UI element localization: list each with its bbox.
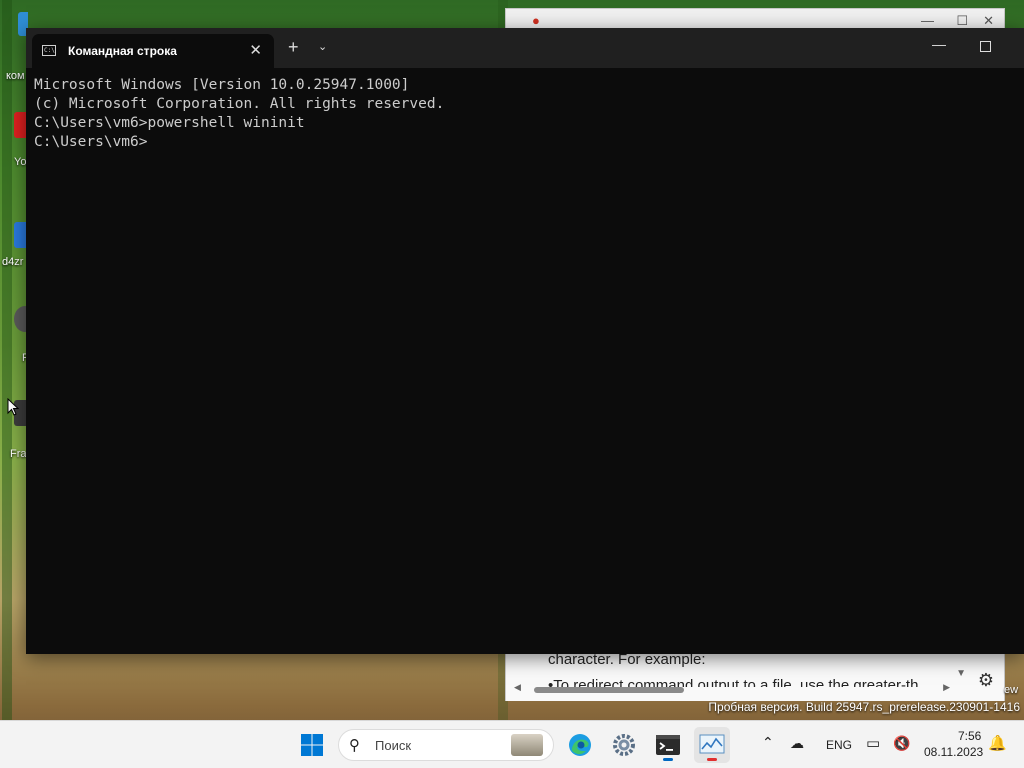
search-icon: ⚲	[349, 737, 360, 754]
terminal-line: C:\Users\vm6>powershell wininit	[34, 115, 305, 131]
network-icon[interactable]: ▭	[866, 734, 880, 752]
chart-icon	[699, 734, 725, 754]
desktop-icon-label: Yo	[14, 156, 27, 168]
active-indicator	[707, 758, 717, 761]
cmd-icon: C:\	[42, 45, 56, 56]
taskbar-app-settings[interactable]	[606, 727, 642, 763]
close-tab-icon[interactable]: ✕	[249, 41, 262, 59]
scrollbar-thumb[interactable]	[534, 687, 684, 693]
maximize-button[interactable]: ☐	[956, 13, 968, 29]
terminal-icon	[656, 735, 680, 755]
close-button[interactable]: ✕	[983, 13, 994, 29]
clock-date[interactable]: 08.11.2023	[924, 745, 983, 759]
desktop-icon-d4zr[interactable]: d4zr	[0, 222, 28, 272]
taskbar: ⚲ Поиск ⌃ ☁ ENG ▭ 🔇 7:56 08.11.2023 🔔	[0, 720, 1024, 768]
tab-command-prompt[interactable]: C:\ Командная строка ✕	[32, 34, 274, 68]
taskbar-app-edge[interactable]	[562, 727, 598, 763]
maximize-button[interactable]	[980, 41, 991, 52]
edge-icon	[569, 734, 591, 756]
active-indicator	[663, 758, 673, 761]
chevron-down-icon[interactable]: ⌄	[318, 40, 327, 53]
scroll-down-icon[interactable]: ▼	[956, 668, 966, 679]
terminal-titlebar[interactable]: C:\ Командная строка ✕ + ⌄ —	[26, 28, 1024, 68]
clock-time[interactable]: 7:56	[958, 729, 981, 743]
minimize-button[interactable]: —	[932, 36, 946, 52]
cloud-offline-icon[interactable]: ☁	[790, 735, 804, 752]
terminal-prompt: C:\Users\vm6>	[34, 134, 148, 150]
terminal-line: Microsoft Windows [Version 10.0.25947.10…	[34, 77, 410, 93]
new-tab-button[interactable]: +	[288, 37, 299, 58]
language-indicator[interactable]: ENG	[826, 738, 852, 752]
build-watermark: Пробная версия. Build 25947.rs_prereleas…	[708, 700, 1020, 714]
horizontal-scrollbar[interactable]: ◀ ▶	[514, 682, 950, 695]
gear-icon[interactable]: ⚙	[978, 670, 994, 691]
desktop-icon-computer[interactable]: ком	[0, 12, 28, 92]
desktop-icon-label: Fra	[10, 448, 27, 460]
gear-icon	[613, 734, 635, 756]
scroll-right-icon[interactable]: ▶	[943, 682, 950, 693]
terminal-output[interactable]: Microsoft Windows [Version 10.0.25947.10…	[34, 76, 1014, 646]
volume-muted-icon[interactable]: 🔇	[893, 735, 910, 752]
search-placeholder: Поиск	[375, 738, 412, 753]
chevron-up-icon[interactable]: ⌃	[762, 734, 774, 751]
side-note-text: ew	[1004, 684, 1019, 696]
windows-logo-icon	[301, 734, 323, 756]
scroll-left-icon[interactable]: ◀	[514, 682, 521, 693]
taskbar-search-box[interactable]: ⚲ Поиск	[338, 729, 554, 761]
desktop-icon-label: ком	[6, 70, 25, 82]
mouse-cursor-icon	[7, 398, 19, 416]
desktop-icon-label: d4zr	[2, 256, 24, 268]
desktop-icon-label: P	[22, 352, 28, 364]
desktop-icon-p[interactable]: P	[0, 306, 28, 368]
desktop-icon-youtube[interactable]: Yo	[0, 112, 28, 170]
minimize-button[interactable]: —	[921, 13, 934, 28]
app-icon: ●	[532, 13, 540, 28]
terminal-line: (c) Microsoft Corporation. All rights re…	[34, 96, 445, 112]
tab-label: Командная строка	[68, 44, 177, 58]
notification-bell-icon[interactable]: 🔔	[988, 734, 1007, 752]
terminal-window[interactable]: C:\ Командная строка ✕ + ⌄ — Microsoft W…	[26, 28, 1024, 654]
search-highlight-image	[511, 734, 543, 756]
taskbar-app-monitor[interactable]	[694, 727, 730, 763]
start-button[interactable]	[294, 727, 330, 763]
taskbar-app-terminal[interactable]	[650, 727, 686, 763]
